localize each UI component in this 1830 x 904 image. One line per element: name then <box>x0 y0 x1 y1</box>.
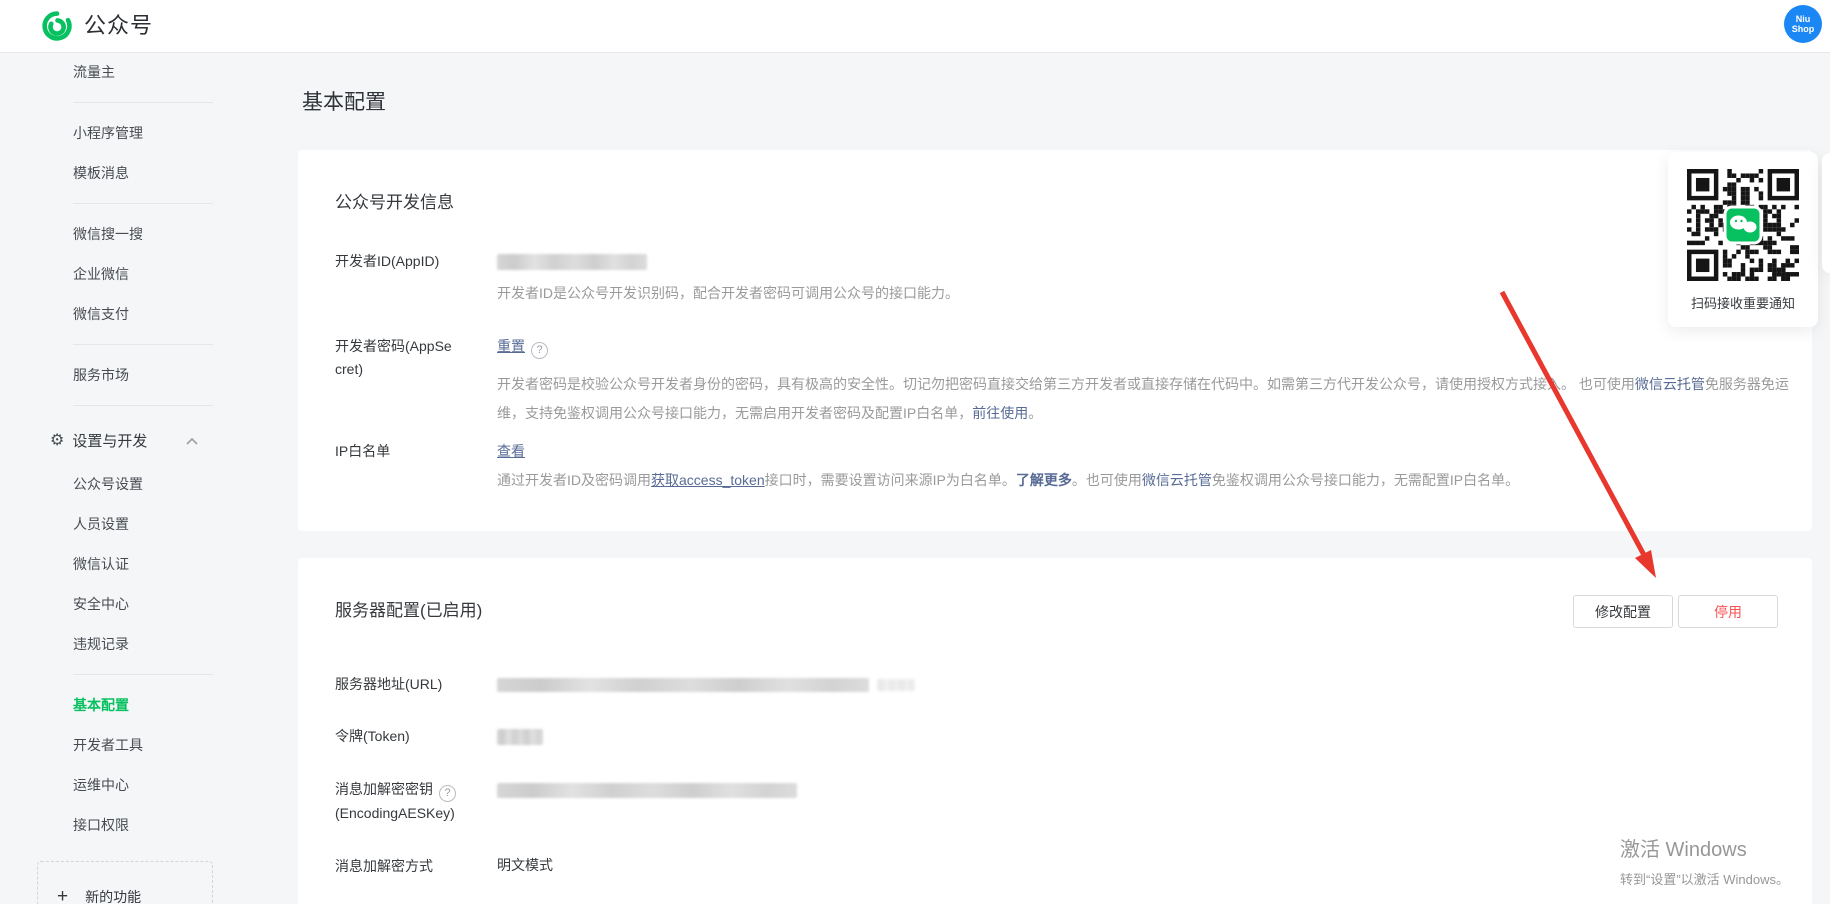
wechat-mp-logo-icon <box>40 9 74 43</box>
chevron-up-icon <box>186 432 198 449</box>
appsecret-actions: 重置? <box>497 336 548 359</box>
ip-whitelist-actions: 查看 <box>497 441 525 461</box>
sidebar-item-security-center[interactable]: 安全中心 <box>0 584 220 624</box>
sidebar-item-violation-record[interactable]: 违规记录 <box>0 624 220 664</box>
sidebar-item-traffic[interactable]: 流量主 <box>0 52 220 92</box>
qr-notification-panel: 扫码接收重要通知 <box>1668 152 1818 327</box>
appid-label: 开发者ID(AppID) <box>335 250 485 273</box>
page-title: 基本配置 <box>302 86 386 116</box>
windows-activation-watermark: 激活 Windows 转到“设置”以激活 Windows。 <box>1620 833 1789 888</box>
server-url-label: 服务器地址(URL) <box>335 673 485 696</box>
ip-whitelist-label: IP白名单 <box>335 440 485 463</box>
token-label: 令牌(Token) <box>335 725 485 748</box>
new-feature-label: 新的功能 <box>85 887 141 904</box>
sidebar-item-api-permission[interactable]: 接口权限 <box>0 805 220 845</box>
reset-link[interactable]: 重置 <box>497 338 525 354</box>
wechat-cloud-link[interactable]: 微信云托管 <box>1142 472 1212 488</box>
sidebar-item-basic-config[interactable]: 基本配置 <box>0 685 220 725</box>
server-config-card: 服务器配置(已启用) 修改配置 停用 服务器地址(URL) 令牌(Token) … <box>298 558 1812 904</box>
modify-config-button[interactable]: 修改配置 <box>1573 595 1673 628</box>
sidebar-item-staff-settings[interactable]: 人员设置 <box>0 504 220 544</box>
aes-key-label-sub: (EncodingAESKey) <box>335 805 455 821</box>
ip-desc-text: 。也可使用 <box>1072 472 1142 488</box>
new-feature-button[interactable]: + 新的功能 <box>37 861 213 904</box>
qr-code <box>1687 169 1799 281</box>
dev-info-card: 公众号开发信息 开发者ID(AppID) 开发者ID是公众号开发识别码，配合开发… <box>298 150 1812 531</box>
sidebar-item-wecom[interactable]: 企业微信 <box>0 254 220 294</box>
wechat-cloud-link[interactable]: 微信云托管 <box>1635 376 1705 392</box>
sidebar-item-miniprogram[interactable]: 小程序管理 <box>0 113 220 153</box>
sidebar-divider <box>73 102 213 103</box>
sidebar-divider <box>73 674 213 675</box>
qr-caption: 扫码接收重要通知 <box>1668 293 1818 312</box>
top-bar: 公众号 Niu Shop <box>0 0 1830 53</box>
sidebar-divider <box>73 344 213 345</box>
sidebar-item-market[interactable]: 服务市场 <box>0 355 220 395</box>
sidebar-item-search[interactable]: 微信搜一搜 <box>0 214 220 254</box>
sidebar-section-label: 设置与开发 <box>72 430 147 451</box>
learn-more-link[interactable]: 了解更多 <box>1016 472 1072 488</box>
token-redacted <box>497 726 543 746</box>
sidebar-divider <box>73 405 213 406</box>
watermark-line1: 激活 Windows <box>1620 833 1789 862</box>
encrypt-mode-label: 消息加解密方式 <box>335 855 485 878</box>
sidebar-item-wechat-verify[interactable]: 微信认证 <box>0 544 220 584</box>
brand-title: 公众号 <box>84 0 153 52</box>
aes-key-label: 消息加解密密钥? (EncodingAESKey) <box>335 778 485 825</box>
sidebar-item-pay[interactable]: 微信支付 <box>0 294 220 334</box>
appsecret-label: 开发者密码(AppSecret) <box>335 335 457 381</box>
go-use-link[interactable]: 前往使用 <box>972 405 1028 421</box>
ip-desc-text: 接口时，需要设置访问来源IP为白名单。 <box>765 472 1016 488</box>
question-circle-icon[interactable]: ? <box>439 785 456 802</box>
sidebar-section-settings-dev[interactable]: ⚙ 设置与开发 <box>0 416 220 464</box>
ip-desc-text: 免鉴权调用公众号接口能力，无需配置IP白名单。 <box>1212 472 1519 488</box>
appsecret-desc-text: 。 <box>1028 405 1042 421</box>
sidebar-divider <box>73 203 213 204</box>
disable-button[interactable]: 停用 <box>1678 595 1778 628</box>
server-config-heading: 服务器配置(已启用) <box>335 596 482 621</box>
watermark-line2: 转到“设置”以激活 Windows。 <box>1620 869 1789 888</box>
sidebar-nav: 流量主 小程序管理 模板消息 微信搜一搜 企业微信 微信支付 服务市场 ⚙ 设置… <box>0 52 220 904</box>
appid-value-redacted <box>497 251 647 271</box>
sidebar-item-ops-center[interactable]: 运维中心 <box>0 765 220 805</box>
dev-info-heading: 公众号开发信息 <box>335 188 454 213</box>
app-window: 公众号 Niu Shop 流量主 小程序管理 模板消息 微信搜一搜 企业微信 微… <box>0 0 1830 904</box>
access-token-link[interactable]: 获取access_token <box>651 472 765 488</box>
appid-desc: 开发者ID是公众号开发识别码，配合开发者密码可调用公众号的接口能力。 <box>497 279 1790 308</box>
aes-key-redacted <box>497 779 797 799</box>
collapsed-side-panel[interactable] <box>1822 153 1830 273</box>
badge-line2: Shop <box>1792 24 1815 34</box>
question-circle-icon[interactable]: ? <box>531 342 548 359</box>
encrypt-mode-value: 明文模式 <box>497 855 553 875</box>
gear-icon: ⚙ <box>50 430 64 450</box>
account-avatar-badge[interactable]: Niu Shop <box>1784 5 1822 43</box>
view-link[interactable]: 查看 <box>497 443 525 459</box>
badge-line1: Niu <box>1796 14 1811 24</box>
aes-key-label-text: 消息加解密密钥 <box>335 781 433 797</box>
appsecret-desc-text: 开发者密码是校验公众号开发者身份的密码，具有极高的安全性。切记勿把密码直接交给第… <box>497 376 1635 392</box>
plus-icon: + <box>57 886 68 904</box>
server-url-redacted <box>497 674 915 694</box>
ip-desc-text: 通过开发者ID及密码调用 <box>497 472 651 488</box>
sidebar-item-account-settings[interactable]: 公众号设置 <box>0 464 220 504</box>
ip-whitelist-desc: 通过开发者ID及密码调用获取access_token接口时，需要设置访问来源IP… <box>497 466 1790 495</box>
sidebar-item-template-msg[interactable]: 模板消息 <box>0 153 220 193</box>
sidebar-item-dev-tools[interactable]: 开发者工具 <box>0 725 220 765</box>
appsecret-desc: 开发者密码是校验公众号开发者身份的密码，具有极高的安全性。切记勿把密码直接交给第… <box>497 370 1790 428</box>
